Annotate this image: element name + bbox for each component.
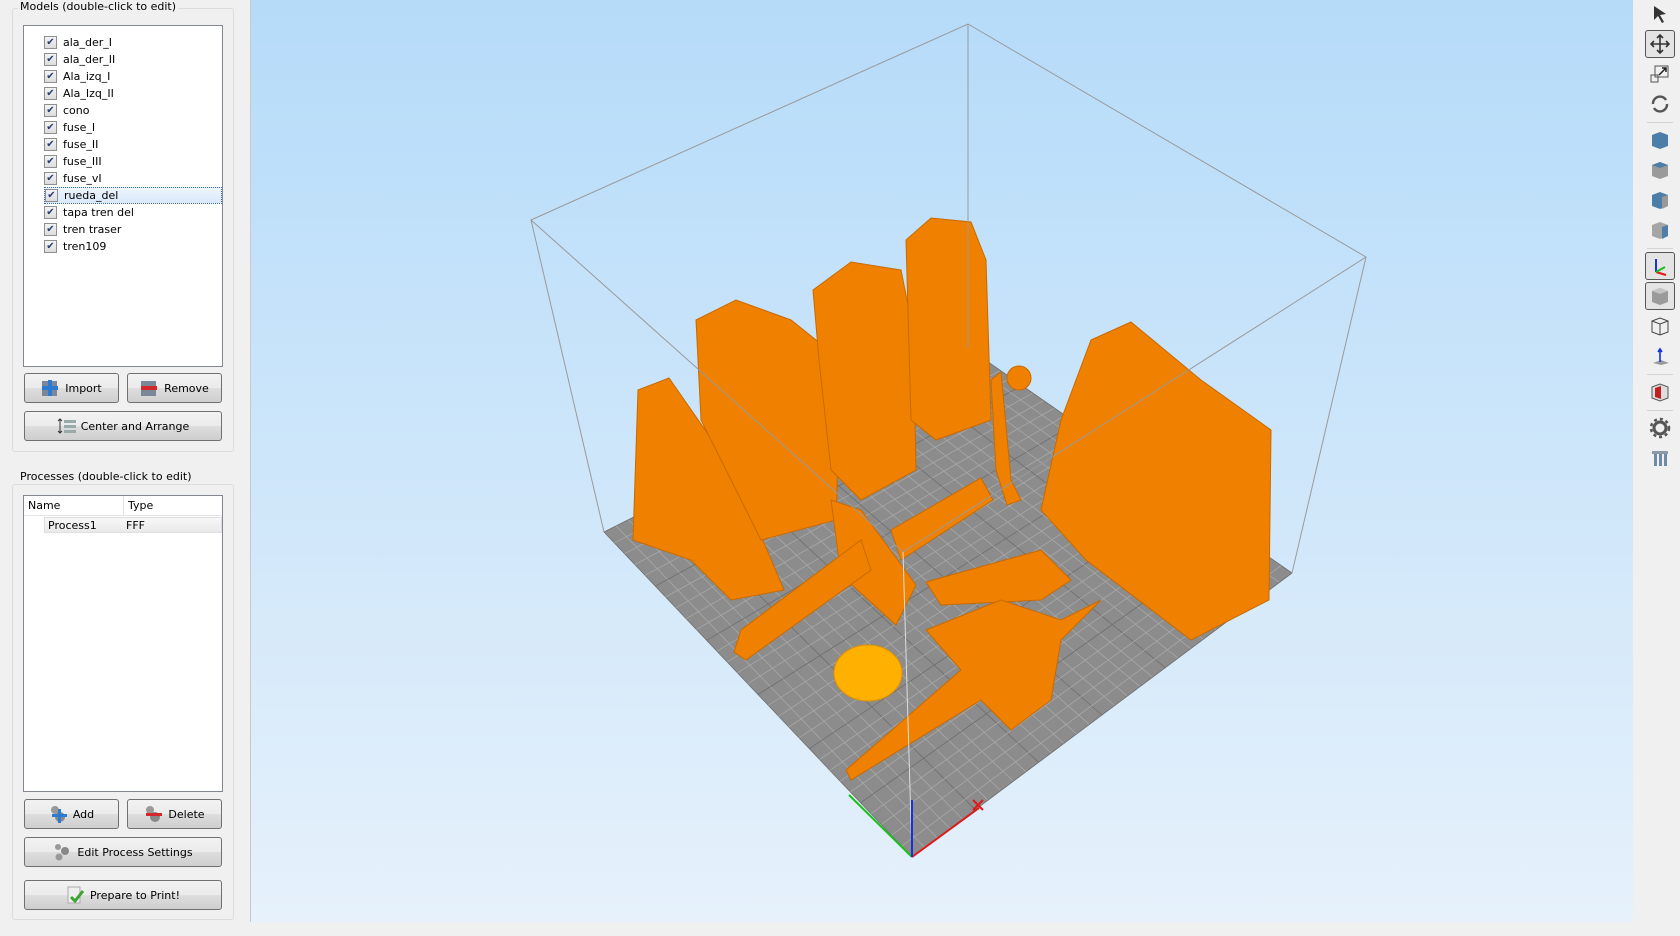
delete-gear-icon bbox=[144, 805, 163, 823]
table-row[interactable]: Process1 FFF bbox=[44, 517, 222, 533]
view-top-icon[interactable] bbox=[1645, 126, 1675, 154]
model-visibility-checkbox[interactable]: ✔ bbox=[45, 189, 58, 202]
table-header: Name Type bbox=[24, 496, 222, 516]
model-visibility-checkbox[interactable]: ✔ bbox=[44, 70, 57, 83]
model-visibility-checkbox[interactable]: ✔ bbox=[44, 155, 57, 168]
add-gear-icon bbox=[49, 805, 67, 823]
model-visibility-checkbox[interactable]: ✔ bbox=[44, 138, 57, 151]
settings-icon[interactable] bbox=[1645, 414, 1675, 442]
model-name: tren109 bbox=[63, 240, 107, 253]
model-visibility-checkbox[interactable]: ✔ bbox=[44, 87, 57, 100]
process-name: Process1 bbox=[48, 518, 97, 532]
wireframe-icon[interactable] bbox=[1645, 312, 1675, 340]
up-axis-icon[interactable] bbox=[1645, 342, 1675, 370]
model-visibility-checkbox[interactable]: ✔ bbox=[44, 104, 57, 117]
add-label: Add bbox=[72, 807, 95, 821]
model-visibility-checkbox[interactable]: ✔ bbox=[44, 223, 57, 236]
import-label: Import bbox=[65, 381, 102, 395]
model-list-item[interactable]: ✔ ala_der_I bbox=[44, 34, 222, 51]
import-button[interactable]: Import bbox=[24, 373, 119, 403]
center-arrange-label: Center and Arrange bbox=[80, 419, 190, 433]
scale-icon[interactable] bbox=[1645, 60, 1675, 88]
model-visibility-checkbox[interactable]: ✔ bbox=[44, 172, 57, 185]
center-arrange-button[interactable]: Center and Arrange bbox=[24, 411, 222, 441]
edit-process-settings-button[interactable]: Edit Process Settings bbox=[24, 837, 222, 867]
model-name: fuse_III bbox=[63, 155, 102, 168]
column-type[interactable]: Type bbox=[124, 496, 157, 515]
delete-label: Delete bbox=[168, 807, 205, 821]
processes-table[interactable]: Name Type Process1 FFF bbox=[23, 495, 223, 792]
model-name: tapa tren del bbox=[63, 206, 134, 219]
model-list-item[interactable]: ✔ Ala_Izq_II bbox=[44, 85, 222, 102]
select-icon[interactable] bbox=[1645, 0, 1675, 28]
model-name: cono bbox=[63, 104, 90, 117]
add-process-button[interactable]: Add bbox=[24, 799, 119, 829]
model-cono[interactable] bbox=[905, 217, 992, 441]
view-right-icon[interactable] bbox=[1645, 216, 1675, 244]
toolbar-separator bbox=[1647, 410, 1673, 411]
view-toolbar bbox=[1633, 0, 1680, 936]
model-list-item[interactable]: ✔ fuse_III bbox=[44, 153, 222, 170]
remove-label: Remove bbox=[164, 381, 209, 395]
toolbar-separator bbox=[1647, 374, 1673, 375]
move-icon[interactable] bbox=[1645, 30, 1675, 58]
model-name: fuse_vI bbox=[63, 172, 102, 185]
gears-icon bbox=[53, 843, 71, 861]
model-visibility-checkbox[interactable]: ✔ bbox=[44, 36, 57, 49]
model-name: Ala_izq_I bbox=[63, 70, 111, 83]
model-list-item[interactable]: ✔ tren109 bbox=[44, 238, 222, 255]
model-list-item[interactable]: ✔ tren traser bbox=[44, 221, 222, 238]
import-icon bbox=[41, 379, 59, 397]
edit-process-label: Edit Process Settings bbox=[77, 845, 193, 859]
model-name: rueda_del bbox=[64, 189, 119, 202]
model-rueda-del[interactable] bbox=[833, 644, 903, 702]
build-volume-scene[interactable] bbox=[251, 0, 1634, 922]
supports-icon[interactable] bbox=[1645, 444, 1675, 472]
axes-icon[interactable] bbox=[1645, 252, 1675, 280]
solid-view-icon[interactable] bbox=[1645, 282, 1675, 310]
model-name: ala_der_II bbox=[63, 53, 116, 66]
model-visibility-checkbox[interactable]: ✔ bbox=[44, 206, 57, 219]
remove-button[interactable]: Remove bbox=[127, 373, 222, 403]
process-type: FFF bbox=[126, 518, 145, 532]
models-title: Models (double-click to edit) bbox=[18, 0, 179, 13]
view-front-icon[interactable] bbox=[1645, 156, 1675, 184]
arrange-icon bbox=[57, 417, 76, 435]
model-name: ala_der_I bbox=[63, 36, 113, 49]
checkmark-document-icon bbox=[66, 886, 85, 904]
models-list[interactable]: ✔ ala_der_I ✔ ala_der_II ✔ Ala_izq_I ✔ Ala_Izq_… bbox=[23, 25, 223, 367]
prepare-label: Prepare to Print! bbox=[89, 888, 180, 902]
model-visibility-checkbox[interactable]: ✔ bbox=[44, 240, 57, 253]
model-list-item[interactable]: ✔ fuse_vI bbox=[44, 170, 222, 187]
view-left-icon[interactable] bbox=[1645, 186, 1675, 214]
processes-title: Processes (double-click to edit) bbox=[18, 470, 194, 483]
model-list-item[interactable]: ✔ rueda_del bbox=[44, 187, 222, 204]
model-visibility-checkbox[interactable]: ✔ bbox=[44, 53, 57, 66]
delete-process-button[interactable]: Delete bbox=[127, 799, 222, 829]
model-list-item[interactable]: ✔ tapa tren del bbox=[44, 204, 222, 221]
model-list-item[interactable]: ✔ cono bbox=[44, 102, 222, 119]
model-list-item[interactable]: ✔ Ala_izq_I bbox=[44, 68, 222, 85]
column-name[interactable]: Name bbox=[24, 496, 124, 515]
model-tapa-tren[interactable] bbox=[1006, 365, 1032, 391]
rotate-icon[interactable] bbox=[1645, 90, 1675, 118]
model-list-item[interactable]: ✔ fuse_II bbox=[44, 136, 222, 153]
section-view-icon[interactable] bbox=[1645, 378, 1675, 406]
model-visibility-checkbox[interactable]: ✔ bbox=[44, 121, 57, 134]
prepare-to-print-button[interactable]: Prepare to Print! bbox=[24, 880, 222, 910]
model-name: tren traser bbox=[63, 223, 122, 236]
toolbar-separator bbox=[1647, 248, 1673, 249]
model-name: fuse_II bbox=[63, 138, 99, 151]
model-name: Ala_Izq_II bbox=[63, 87, 114, 100]
model-list-item[interactable]: ✔ ala_der_II bbox=[44, 51, 222, 68]
toolbar-separator bbox=[1647, 122, 1673, 123]
model-name: fuse_I bbox=[63, 121, 96, 134]
remove-icon bbox=[140, 379, 158, 397]
models[interactable] bbox=[632, 217, 1272, 781]
model-list-item[interactable]: ✔ fuse_I bbox=[44, 119, 222, 136]
3d-viewport[interactable] bbox=[250, 0, 1633, 922]
